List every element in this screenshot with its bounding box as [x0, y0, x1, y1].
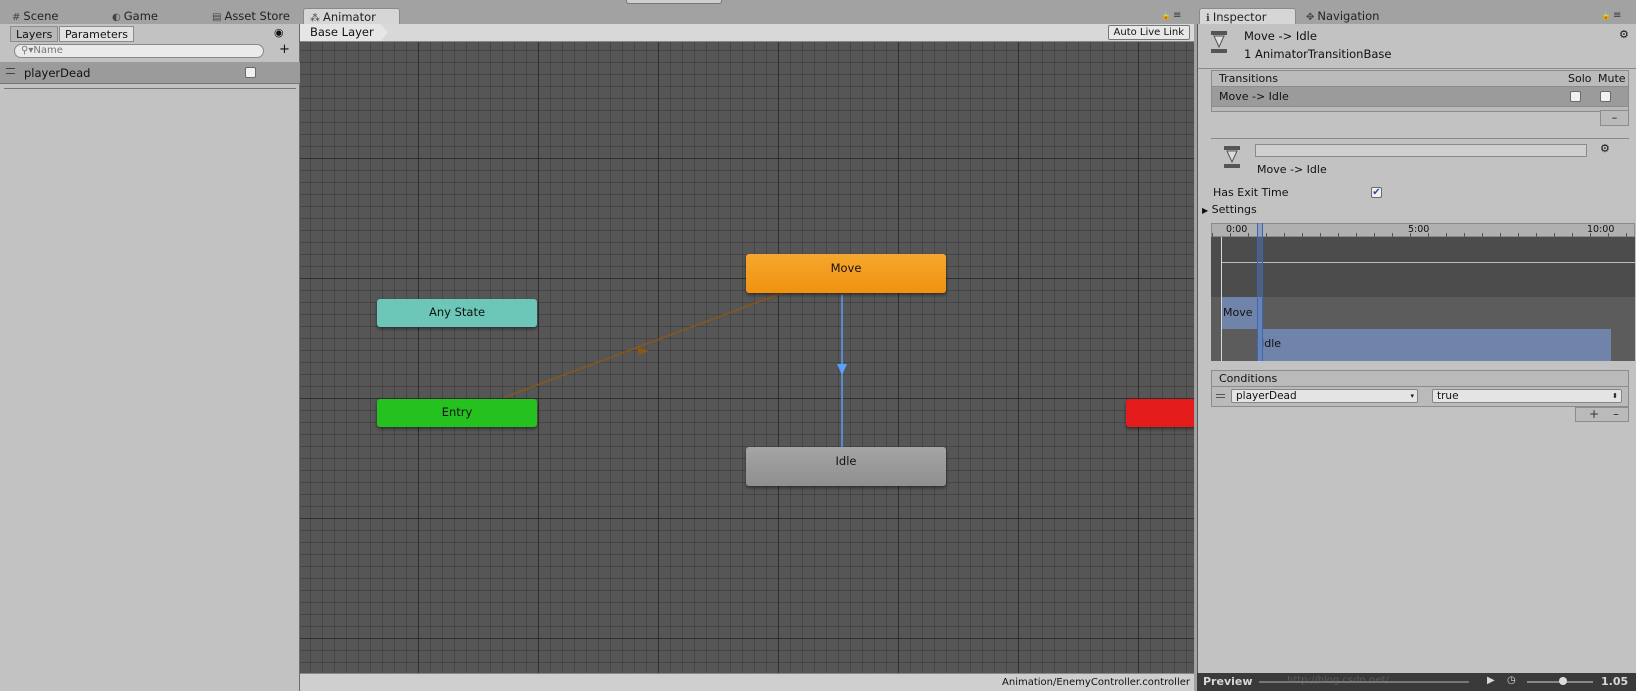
state-node-exit[interactable] [1126, 399, 1194, 427]
transition-edges [504, 291, 847, 450]
navigation-icon: ✥ [1306, 12, 1315, 23]
inspector-panel: Move -> Idle 1 AnimatorTransitionBase ⚙ … [1197, 24, 1636, 673]
tab-scene[interactable]: # Scene [6, 8, 64, 24]
transition-icon [1223, 145, 1241, 169]
transition-label: Move -> Idle [1257, 163, 1327, 176]
has-exit-time-label: Has Exit Time [1213, 186, 1289, 199]
state-machine-graph[interactable]: Move Any State Entry Idle [300, 42, 1194, 673]
eye-icon[interactable]: ◉ [274, 26, 284, 39]
condition-row[interactable]: playerDead ▾ true ⬍ [1211, 387, 1629, 407]
transitions-footer [1211, 107, 1629, 112]
divider [1198, 68, 1636, 69]
state-node-idle[interactable]: Idle [746, 447, 946, 486]
mute-checkbox[interactable] [1600, 91, 1611, 102]
condition-buttons: + – [1575, 407, 1629, 422]
speed-icon: ◷ [1507, 675, 1516, 686]
dropdown-arrow-icon: ▾ [1410, 392, 1414, 400]
speed-slider-thumb[interactable] [1559, 677, 1567, 685]
chevron-right-icon: ▶ [1202, 206, 1209, 215]
start-marker[interactable] [1221, 237, 1222, 361]
search-icon: ⚲▾ [21, 45, 34, 56]
transition-line-move-entry[interactable] [504, 291, 786, 398]
play-icon[interactable]: ▶ [1487, 675, 1495, 686]
info-icon: ℹ [1206, 13, 1210, 24]
transition-arrow-move-entry[interactable] [637, 347, 649, 355]
tab-parameters[interactable]: Parameters [59, 26, 134, 42]
has-exit-time-checkbox[interactable]: ✔ [1371, 187, 1382, 198]
menu-icon[interactable]: ≡ [1613, 10, 1623, 21]
state-node-entry[interactable]: Entry [377, 399, 537, 427]
inspector-subtitle: 1 AnimatorTransitionBase [1244, 47, 1392, 61]
gear-icon[interactable]: ⚙ [1600, 142, 1610, 155]
breadcrumb-base-layer[interactable]: Base Layer [300, 24, 388, 41]
transition-duration-handle[interactable] [1257, 223, 1263, 361]
tab-game[interactable]: ◐ Game [106, 8, 164, 24]
transition-arrow-move-idle[interactable] [837, 364, 847, 375]
state-node-move[interactable]: Move [746, 254, 946, 293]
speed-value: 1.05 [1601, 675, 1629, 688]
scene-icon: # [12, 12, 21, 23]
parameter-row[interactable]: playerDead [0, 62, 300, 84]
lock-icon[interactable]: 🔒 [1601, 11, 1613, 20]
solo-checkbox[interactable] [1570, 91, 1581, 102]
condition-parameter-dropdown[interactable]: playerDead ▾ [1231, 389, 1418, 403]
preview-label: Preview [1203, 675, 1253, 688]
settings-foldout[interactable]: ▶ Settings [1202, 203, 1257, 216]
tab-animator[interactable]: ⁂ Animator [303, 8, 400, 24]
asset-store-icon: ▤ [212, 12, 222, 23]
condition-value-dropdown[interactable]: true ⬍ [1432, 389, 1622, 403]
divider [4, 88, 296, 89]
remove-condition-button[interactable]: – [1613, 407, 1619, 421]
graph-status-bar: Animation/EnemyController.controller [300, 673, 1194, 691]
graph-header: Base Layer Auto Live Link [300, 24, 1194, 42]
tab-asset-store[interactable]: ▤ Asset Store [206, 8, 296, 24]
blend-curve [1221, 262, 1635, 263]
gear-icon[interactable]: ⚙ [1619, 28, 1629, 41]
animator-icon: ⁂ [310, 13, 320, 24]
drag-handle-icon[interactable] [1216, 394, 1225, 398]
animator-window-menu[interactable]: 🔒≡ [1161, 10, 1183, 21]
parameter-bool-checkbox[interactable] [245, 67, 256, 78]
parameter-search-input[interactable]: ⚲▾Name [14, 44, 264, 58]
add-condition-button[interactable]: + [1589, 407, 1599, 421]
remove-transition-button[interactable]: – [1600, 110, 1629, 126]
dropdown-arrow-icon: ⬍ [1612, 392, 1618, 400]
transition-icon [1210, 30, 1228, 54]
inspector-window-menu[interactable]: 🔒≡ [1601, 10, 1623, 21]
preview-scrubber[interactable] [1259, 681, 1469, 683]
state-node-any-state[interactable]: Any State [377, 299, 537, 327]
inspector-title: Move -> Idle [1244, 29, 1317, 43]
tab-layers[interactable]: Layers [10, 26, 59, 42]
add-parameter-button[interactable]: + [279, 42, 290, 57]
parameter-name: playerDead [24, 66, 91, 80]
tab-navigation[interactable]: ✥ Navigation [1300, 8, 1385, 24]
transitions-header: Transitions Solo Mute [1211, 70, 1629, 87]
divider [1211, 138, 1629, 139]
lock-icon[interactable]: 🔒 [1161, 11, 1173, 20]
editor-tab-strip: # Scene ◐ Game ▤ Asset Store ⁂ Animator 🔒≡ ℹ… [0, 0, 1636, 24]
parameters-panel: Layers Parameters ◉ ⚲▾Name + playerDead [0, 24, 300, 691]
clip-idle[interactable]: Idle [1257, 329, 1611, 361]
drag-handle-icon[interactable] [6, 68, 15, 74]
auto-live-link-button[interactable]: Auto Live Link [1107, 25, 1190, 40]
preview-bar[interactable]: Preview http://blog.csdn.net/... ▶ ◷ 1.0… [1197, 673, 1636, 691]
menu-icon[interactable]: ≡ [1173, 10, 1183, 21]
transition-row[interactable]: Move -> Idle [1211, 87, 1629, 107]
curve-area [1211, 237, 1635, 297]
transition-name-input[interactable] [1255, 144, 1587, 157]
tab-inspector[interactable]: ℹ Inspector [1199, 8, 1296, 24]
conditions-header: Conditions [1211, 370, 1629, 387]
game-icon: ◐ [112, 12, 121, 23]
mute-label: Mute [1598, 72, 1626, 85]
solo-label: Solo [1568, 72, 1592, 85]
timeline-ruler[interactable]: 0:00 5:00 10:00 [1211, 223, 1635, 237]
controller-path: Animation/EnemyController.controller [1002, 677, 1190, 688]
toolbar-handle[interactable] [626, 0, 722, 4]
